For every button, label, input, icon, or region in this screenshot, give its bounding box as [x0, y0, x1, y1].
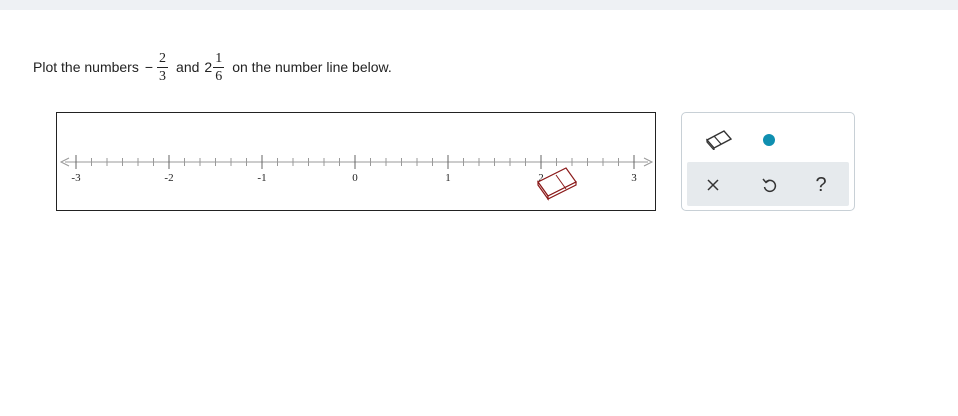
undo-icon	[762, 178, 777, 193]
fraction-one-sixth: 1 6	[213, 50, 225, 84]
close-icon	[707, 179, 719, 191]
eraser-tool-button[interactable]	[702, 126, 736, 152]
eraser-icon	[705, 130, 733, 150]
question-text: Plot the numbers − 2 3 and 2 1 6 on the …	[33, 44, 392, 90]
mixed-whole: 2	[204, 59, 213, 75]
negative-sign: −	[144, 59, 154, 75]
fraction-bar	[157, 66, 169, 68]
tick-label: -3	[71, 172, 81, 184]
point-icon	[763, 134, 775, 146]
undo-button[interactable]	[756, 173, 782, 197]
fraction-denominator: 3	[159, 68, 167, 84]
fraction-bar	[213, 66, 225, 68]
tick-label: 1	[445, 172, 451, 184]
top-bar	[0, 0, 958, 10]
question-prefix: Plot the numbers	[33, 59, 139, 75]
tick-label: 0	[352, 172, 358, 184]
fraction-numerator: 1	[215, 50, 223, 66]
tick-label: -1	[257, 172, 266, 184]
help-icon: ?	[815, 173, 827, 196]
help-button[interactable]: ?	[808, 172, 834, 198]
fraction-two-thirds: 2 3	[157, 50, 169, 84]
question-suffix: on the number line below.	[232, 59, 392, 75]
fraction-denominator: 6	[215, 68, 223, 84]
tick-label: 3	[631, 172, 637, 184]
number-line[interactable]: -3 -2 -1 0 1 2 3	[57, 113, 657, 212]
point-tool-button[interactable]	[756, 127, 782, 153]
question-connector: and	[176, 59, 200, 75]
tool-palette: ?	[681, 112, 855, 211]
fraction-numerator: 2	[159, 50, 167, 66]
clear-button[interactable]	[700, 173, 726, 197]
number-line-area[interactable]: -3 -2 -1 0 1 2 3	[56, 112, 656, 211]
tick-label: -2	[164, 172, 173, 184]
